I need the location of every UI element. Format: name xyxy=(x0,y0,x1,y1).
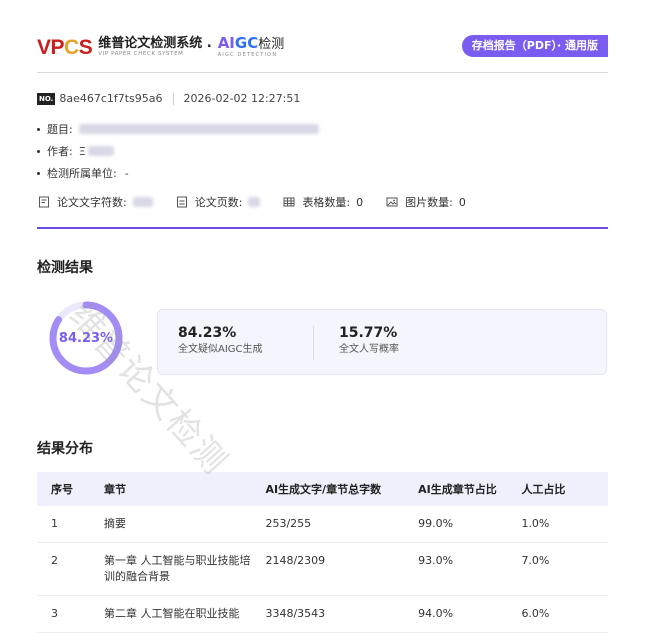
row-index: 2 xyxy=(37,542,104,596)
aigc-summary: 84.23% 全文疑似AIGC生成 xyxy=(178,324,263,358)
table-row: 3 第二章 人工智能在职业技能 3348/3543 94.0% 6.0% xyxy=(37,595,608,633)
page-count-stat: 论文页数: xyxy=(175,194,261,210)
table-icon xyxy=(282,196,296,208)
distribution-table: 序号 章节 AI生成文字/章节总字数 AI生成章节占比 人工占比 1 摘要 25… xyxy=(37,472,608,633)
row-ai-pct: 99.0% xyxy=(418,506,522,543)
human-percent-label: 全文人写概率 xyxy=(339,344,399,355)
author-redacted xyxy=(87,146,114,156)
aigc-ring-chart: 84.23% xyxy=(47,299,125,377)
aigc-percent: 84.23% xyxy=(178,325,237,341)
bullet xyxy=(37,149,40,153)
report-datetime: 2026-02-02 12:27:51 xyxy=(183,92,301,105)
row-index: 1 xyxy=(37,506,104,543)
row-chapter: 第二章 人工智能在职业技能 xyxy=(103,595,266,633)
unit-value: - xyxy=(124,166,129,180)
report-id: 8ae467c1f7ts95a6 xyxy=(59,92,163,105)
brand-name: 维普论文检测系统 . xyxy=(98,36,212,51)
unit-label: 检测所属单位: xyxy=(47,167,117,180)
summary-box: 84.23% 全文疑似AIGC生成 15.77% 全文人写概率 xyxy=(157,309,607,375)
ring-value: 84.23% xyxy=(58,330,114,346)
bullet xyxy=(37,171,40,175)
results-title: 检测结果 xyxy=(37,260,93,276)
page-icon xyxy=(175,196,189,208)
title-redacted xyxy=(78,124,319,134)
col-index: 序号 xyxy=(37,472,104,506)
table-header-row: 序号 章节 AI生成文字/章节总字数 AI生成章节占比 人工占比 xyxy=(37,472,608,506)
stats-row: 论文文字符数: 论文页数: 表格数量: 0 图片数量: 0 xyxy=(37,194,488,210)
author-row: 作者: Ξ xyxy=(37,143,114,159)
unit-row: 检测所属单位: - xyxy=(37,165,129,181)
report-type-badge: 存档报告（PDF）· 通用版 xyxy=(461,35,608,57)
row-ai-pct: 94.0% xyxy=(418,595,522,633)
table-row: 1 摘要 253/255 99.0% 1.0% xyxy=(37,506,608,543)
col-human-pct: 人工占比 xyxy=(521,472,608,506)
id-separator xyxy=(172,92,174,105)
aigc-logo: AIGC检测 AIGC DETECTION xyxy=(217,33,285,58)
human-percent: 15.77% xyxy=(339,325,398,341)
header-divider xyxy=(37,72,608,73)
image-count-value: 0 xyxy=(458,195,466,209)
report-id-row: NO. 8ae467c1f7ts95a6 2026-02-02 12:27:51 xyxy=(37,92,300,105)
human-summary: 15.77% 全文人写概率 xyxy=(339,324,399,358)
page-count-redacted xyxy=(248,197,261,207)
section-divider xyxy=(37,227,608,229)
row-chapter: 第一章 人工智能与职业技能培训的融合背景 xyxy=(103,542,266,596)
image-count-stat: 图片数量: 0 xyxy=(385,194,466,210)
bullet xyxy=(37,127,40,131)
row-ratio: 2148/2309 xyxy=(265,542,419,596)
vpcs-logo: VPCS 维普论文检测系统 . VIP PAPER CHECK SYSTEM A… xyxy=(37,33,285,59)
document-text-icon xyxy=(37,196,51,208)
word-count-stat: 论文文字符数: xyxy=(37,194,153,210)
table-count-label: 表格数量: xyxy=(302,196,351,209)
image-icon xyxy=(385,196,399,208)
row-index: 3 xyxy=(37,595,104,633)
col-ratio: AI生成文字/章节总字数 xyxy=(265,472,419,506)
no-badge: NO. xyxy=(37,92,56,105)
distribution-title: 结果分布 xyxy=(37,441,93,457)
title-row: 题目: xyxy=(37,121,319,137)
row-ai-pct: 93.0% xyxy=(418,542,522,596)
row-chapter: 摘要 xyxy=(103,506,266,543)
word-count-redacted xyxy=(132,197,153,207)
col-chapter: 章节 xyxy=(103,472,266,506)
row-ratio: 253/255 xyxy=(265,506,419,543)
row-human-pct: 6.0% xyxy=(521,595,608,633)
table-row: 2 第一章 人工智能与职业技能培训的融合背景 2148/2309 93.0% 7… xyxy=(37,542,608,596)
table-count-value: 0 xyxy=(356,195,364,209)
page-count-label: 论文页数: xyxy=(194,196,243,209)
report-page: VPCS 维普论文检测系统 . VIP PAPER CHECK SYSTEM A… xyxy=(37,0,608,633)
vpcs-wordmark: VPCS xyxy=(37,35,93,59)
row-ratio: 3348/3543 xyxy=(265,595,419,633)
row-human-pct: 7.0% xyxy=(521,542,608,596)
title-label: 题目: xyxy=(47,123,73,136)
table-count-stat: 表格数量: 0 xyxy=(282,194,363,210)
summary-separator xyxy=(313,326,314,360)
word-count-label: 论文文字符数: xyxy=(57,196,127,209)
aigc-subtitle: AIGC DETECTION xyxy=(217,51,278,58)
image-count-label: 图片数量: xyxy=(405,196,453,209)
col-ai-pct: AI生成章节占比 xyxy=(418,472,522,506)
aigc-percent-label: 全文疑似AIGC生成 xyxy=(178,344,263,355)
author-initial: Ξ xyxy=(78,144,86,158)
row-human-pct: 1.0% xyxy=(521,506,608,543)
author-label: 作者: xyxy=(47,145,73,158)
brand-subtitle: VIP PAPER CHECK SYSTEM xyxy=(98,51,184,57)
